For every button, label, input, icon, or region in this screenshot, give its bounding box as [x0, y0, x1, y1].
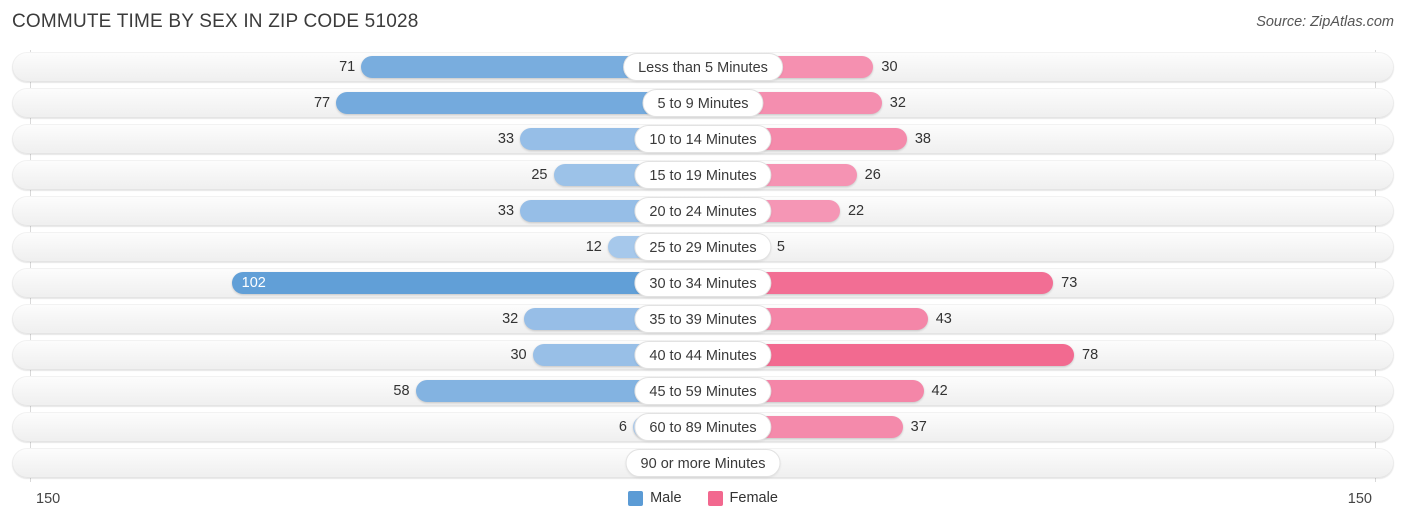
- value-label-male: 32: [502, 311, 519, 327]
- category-label-pill[interactable]: 30 to 34 Minutes: [634, 269, 772, 297]
- value-label-female: 5: [776, 239, 785, 255]
- category-label-pill[interactable]: 10 to 14 Minutes: [634, 125, 772, 153]
- value-label-female: 73: [1061, 275, 1078, 291]
- chart-row[interactable]: 77 32 5 to 9 Minutes: [12, 88, 1394, 118]
- value-label-male: 25: [531, 167, 548, 183]
- value-label-female: 22: [847, 203, 865, 219]
- category-label-pill[interactable]: 35 to 39 Minutes: [634, 305, 772, 333]
- chart-row[interactable]: 33 38 10 to 14 Minutes: [12, 124, 1394, 154]
- source-attribution: Source: ZipAtlas.com: [1256, 14, 1394, 30]
- chart-header: COMMUTE TIME BY SEX IN ZIP CODE 51028 So…: [0, 0, 1406, 44]
- value-label-male: 77: [313, 95, 331, 111]
- value-label-female: 42: [931, 383, 948, 399]
- chart-row[interactable]: 6 37 60 to 89 Minutes: [12, 412, 1394, 442]
- value-label-male: 12: [585, 239, 602, 255]
- value-label-female: 37: [910, 419, 927, 435]
- value-label-female: 78: [1082, 347, 1099, 363]
- value-label-female: 26: [864, 167, 881, 183]
- legend-item-female[interactable]: Female: [707, 490, 778, 506]
- category-label-pill[interactable]: 40 to 44 Minutes: [634, 341, 772, 369]
- value-label-male: 102: [241, 275, 266, 291]
- chart-row[interactable]: 12 5 25 to 29 Minutes: [12, 232, 1394, 262]
- chart-legend: Male Female: [0, 490, 1406, 506]
- value-label-male: 71: [339, 59, 356, 75]
- category-label-pill[interactable]: 25 to 29 Minutes: [634, 233, 772, 261]
- value-label-male: 6: [618, 419, 627, 435]
- category-label-pill[interactable]: 5 to 9 Minutes: [642, 89, 764, 117]
- chart-row[interactable]: 33 22 20 to 24 Minutes: [12, 196, 1394, 226]
- chart-row[interactable]: 30 78 40 to 44 Minutes: [12, 340, 1394, 370]
- chart-row[interactable]: 0090 or more Minutes: [12, 448, 1394, 478]
- category-label-pill[interactable]: Less than 5 Minutes: [623, 53, 783, 81]
- legend-label-male: Male: [650, 490, 682, 506]
- chart-row[interactable]: 71 30 Less than 5 Minutes: [12, 52, 1394, 82]
- page-title: COMMUTE TIME BY SEX IN ZIP CODE 51028: [12, 11, 419, 32]
- legend-item-male[interactable]: Male: [628, 490, 682, 506]
- value-label-female: 38: [914, 131, 931, 147]
- category-label-pill[interactable]: 20 to 24 Minutes: [634, 197, 772, 225]
- legend-swatch-male-icon: [628, 490, 644, 506]
- category-label-pill[interactable]: 45 to 59 Minutes: [634, 377, 772, 405]
- value-label-male: 33: [497, 131, 515, 147]
- chart-row[interactable]: 32 43 35 to 39 Minutes: [12, 304, 1394, 334]
- chart-plot-area: 71 30 Less than 5 Minutes 77 32 5 to 9 Minute…: [0, 50, 1406, 485]
- category-label-pill[interactable]: 90 or more Minutes: [625, 449, 781, 477]
- category-label-pill[interactable]: 60 to 89 Minutes: [634, 413, 772, 441]
- legend-label-female: Female: [729, 490, 778, 506]
- legend-swatch-female-icon: [707, 490, 723, 506]
- value-label-male: 30: [510, 347, 527, 363]
- value-label-female: 32: [889, 95, 906, 111]
- category-label-pill[interactable]: 15 to 19 Minutes: [634, 161, 772, 189]
- bar-male[interactable]: [231, 272, 703, 294]
- chart-footer: 150 150 Male Female: [0, 485, 1406, 523]
- value-label-female: 30: [881, 59, 898, 75]
- value-label-female: 43: [935, 311, 952, 327]
- chart-row[interactable]: 102 73 30 to 34 Minutes: [12, 268, 1394, 298]
- value-label-male: 58: [393, 383, 410, 399]
- value-label-male: 33: [497, 203, 515, 219]
- chart-row[interactable]: 58 42 45 to 59 Minutes: [12, 376, 1394, 406]
- chart-row[interactable]: 25 26 15 to 19 Minutes: [12, 160, 1394, 190]
